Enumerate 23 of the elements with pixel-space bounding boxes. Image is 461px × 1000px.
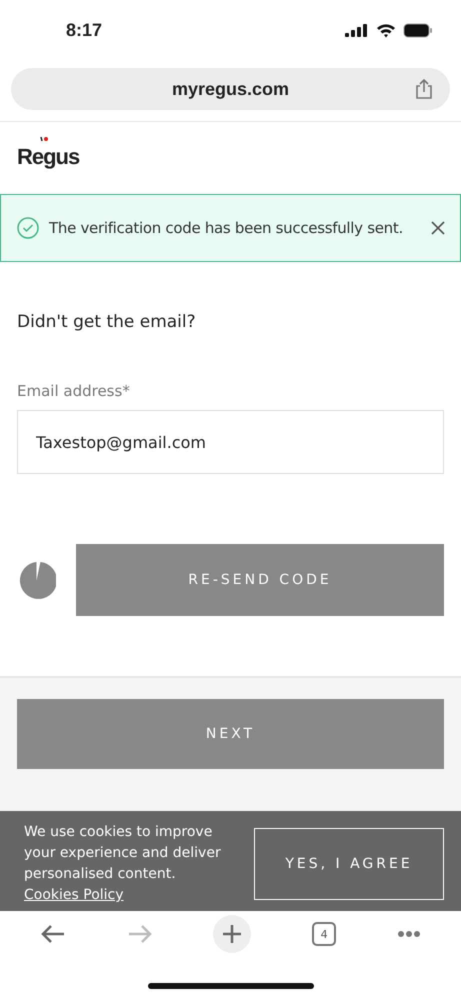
countdown-timer-icon	[17, 560, 56, 600]
email-label: Email address*	[17, 382, 130, 400]
alert-message: The verification code has been successfully sent.	[49, 219, 404, 237]
cookies-policy-link[interactable]: Cookies Policy	[24, 887, 124, 903]
regus-logo[interactable]: Regus	[0, 122, 96, 190]
resend-code-button[interactable]: RE-SEND CODE	[76, 544, 444, 616]
new-tab-icon[interactable]	[213, 915, 252, 953]
check-circle-icon	[17, 217, 39, 239]
close-icon[interactable]	[430, 220, 446, 236]
battery-icon	[403, 22, 433, 38]
share-icon[interactable]	[414, 78, 434, 100]
status-time: 8:17	[66, 20, 102, 40]
agree-button[interactable]: YES, I AGREE	[254, 828, 444, 900]
cellular-signal-icon	[345, 23, 369, 37]
more-icon[interactable]	[396, 930, 421, 938]
cookie-notice: We use cookies to improve your experience and deliver personalised content. Cookies Policy	[24, 823, 222, 905]
next-button[interactable]: NEXT	[17, 699, 444, 769]
section-heading: Didn't get the email?	[16, 311, 197, 332]
back-icon[interactable]	[40, 924, 66, 944]
tab-count-button[interactable]: 4	[312, 922, 336, 946]
wifi-icon	[376, 22, 396, 38]
address-bar[interactable]: myregus.com	[11, 68, 450, 110]
email-field[interactable]: Taxestop@gmail.com	[17, 410, 444, 474]
